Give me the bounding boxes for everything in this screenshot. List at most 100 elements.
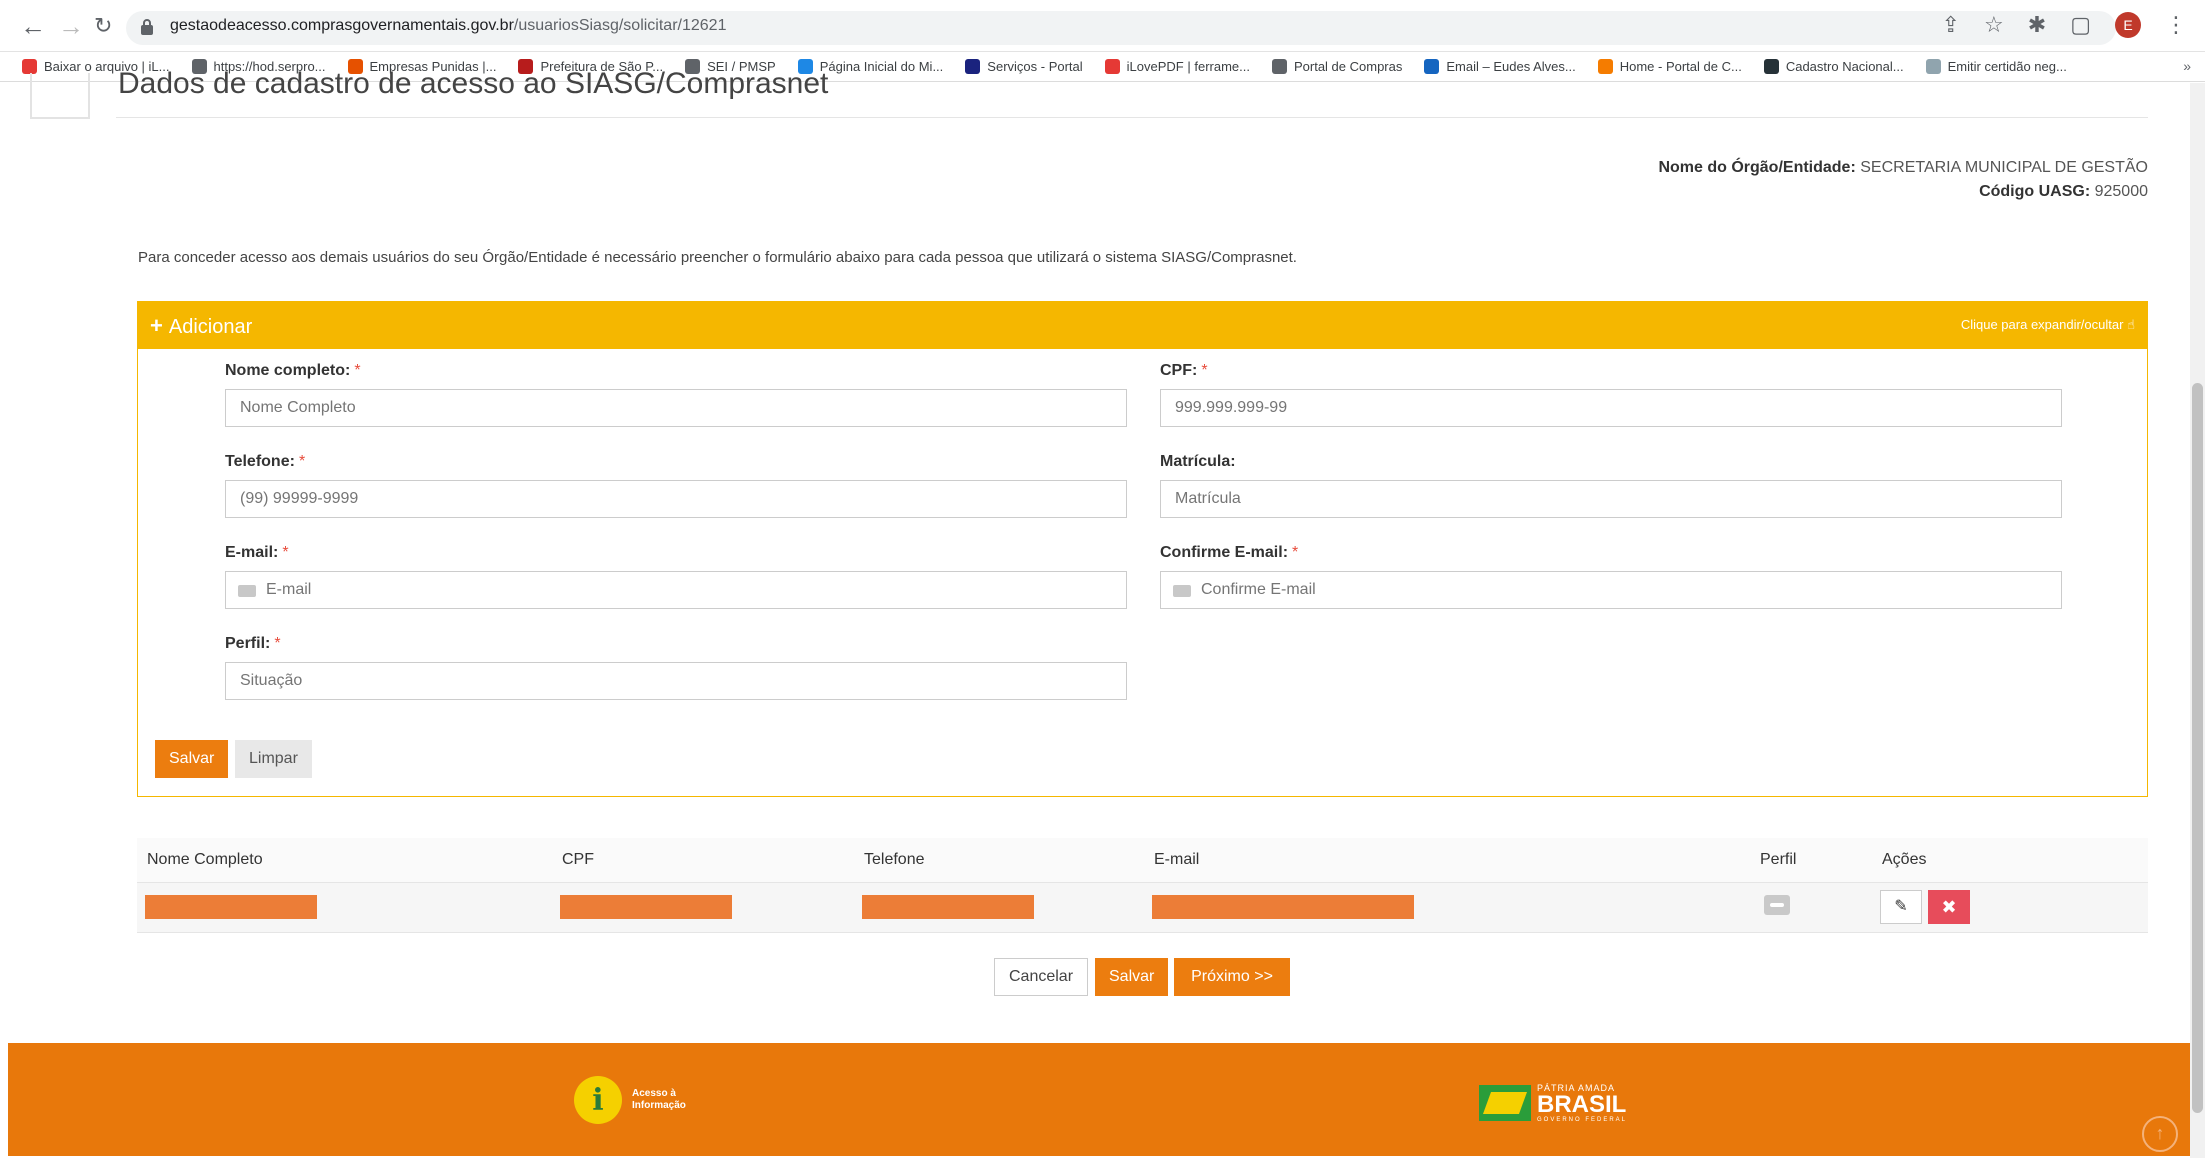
form-save-button[interactable]: Salvar	[155, 740, 229, 778]
next-button[interactable]: Próximo >>	[1174, 958, 1290, 996]
col-email: E-mail	[1144, 838, 1750, 883]
info-line1: Acesso à	[632, 1088, 676, 1099]
bookmark-label: Home - Portal de C...	[1619, 59, 1742, 74]
bookmark-item[interactable]: iLovePDF | ferrame...	[1104, 59, 1250, 74]
page-content: Dados de cadastro de acesso ao SIASG/Com…	[0, 67, 2190, 1158]
header-divider	[116, 117, 2148, 118]
bookmark-item[interactable]: Cadastro Nacional...	[1763, 59, 1904, 74]
envelope-icon	[238, 585, 256, 597]
confirm-email-input[interactable]	[1160, 571, 2062, 609]
cell-acoes: ✎ ✖	[1872, 882, 2148, 933]
email-label-text: E-mail:	[225, 544, 279, 561]
bookmark-favicon-icon	[1597, 59, 1613, 74]
browser-actions: ⇪ ☆ ✱ ▢ E ⋮	[1942, 12, 2187, 38]
matricula-label-text: Matrícula:	[1160, 453, 1236, 470]
nome-label: Nome completo: *	[225, 362, 361, 380]
panel-toggle[interactable]: Clique para expandir/ocultar ☝	[1961, 317, 2135, 333]
org-info: Nome do Órgão/Entidade: SECRETARIA MUNIC…	[1658, 156, 2148, 204]
flag-icon	[1479, 1085, 1531, 1121]
table-header-row: Nome Completo CPF Telefone E-mail Perfil…	[137, 838, 2148, 883]
brasil-sub: GOVERNO FEDERAL	[1537, 1117, 1628, 1123]
page-title: Dados de cadastro de acesso ao SIASG/Com…	[118, 67, 829, 100]
required-mark: *	[298, 453, 306, 470]
extensions-icon[interactable]: ✱	[2028, 12, 2046, 38]
telefone-input[interactable]	[225, 480, 1127, 518]
bookmark-favicon-icon	[1763, 59, 1779, 74]
cpf-input[interactable]	[1160, 389, 2062, 427]
bookmark-label: Serviços - Portal	[987, 59, 1083, 74]
address-bar[interactable]: gestaodeacesso.comprasgovernamentais.gov…	[126, 11, 2116, 45]
cell-email	[1144, 882, 1750, 933]
email-input[interactable]	[225, 571, 1127, 609]
panel-title: + Adicionar	[150, 313, 252, 339]
bookmark-favicon-icon	[1424, 59, 1440, 74]
back-icon[interactable]: ←	[20, 12, 46, 40]
url-text: gestaodeacesso.comprasgovernamentais.gov…	[170, 17, 726, 35]
required-mark: *	[1292, 544, 1299, 561]
required-mark: *	[1201, 362, 1208, 379]
reload-icon[interactable]: ↻	[94, 12, 112, 40]
bookmark-item[interactable]: Serviços - Portal	[965, 59, 1083, 74]
col-cpf: CPF	[552, 838, 854, 883]
matricula-label: Matrícula:	[1160, 453, 1236, 471]
cell-telefone	[854, 882, 1144, 933]
required-mark: *	[354, 362, 361, 379]
brasil-logo[interactable]: PÁTRIA AMADA BRASIL GOVERNO FEDERAL	[1479, 1083, 1627, 1123]
cpf-label-text: CPF:	[1160, 362, 1198, 379]
url-domain: gestaodeacesso.comprasgovernamentais.gov…	[170, 17, 514, 34]
bookmark-label: Emitir certidão neg...	[1947, 59, 2067, 74]
save-button[interactable]: Salvar	[1095, 958, 1169, 996]
cancel-button[interactable]: Cancelar	[994, 958, 1089, 996]
matricula-input[interactable]	[1160, 480, 2062, 518]
col-perfil: Perfil	[1750, 838, 1872, 883]
bookmark-item[interactable]: Email – Eudes Alves...	[1424, 59, 1576, 74]
share-icon[interactable]: ⇪	[1942, 12, 1960, 38]
redacted-block	[1152, 895, 1414, 919]
bookmark-favicon-icon	[965, 59, 981, 74]
col-nome: Nome Completo	[137, 838, 552, 883]
perfil-select[interactable]	[225, 662, 1127, 700]
redacted-block	[560, 895, 732, 919]
bookmarks-more-icon[interactable]: »	[2183, 58, 2191, 74]
confirm-email-label-text: Confirme E-mail:	[1160, 544, 1289, 561]
bookmark-item[interactable]: Portal de Compras	[1271, 59, 1402, 74]
nome-label-text: Nome completo:	[225, 362, 351, 379]
form-clear-button[interactable]: Limpar	[235, 740, 312, 778]
scrollbar-thumb[interactable]	[2192, 383, 2203, 1113]
uasg-value: 925000	[2094, 183, 2148, 200]
nome-input[interactable]	[225, 389, 1127, 427]
bookmark-favicon-icon	[1104, 59, 1120, 74]
bookmark-item[interactable]: Emitir certidão neg...	[1925, 59, 2067, 74]
users-table: Nome Completo CPF Telefone E-mail Perfil…	[137, 838, 2148, 933]
org-label: Nome do Órgão/Entidade:	[1658, 159, 1856, 176]
bookmark-label: iLovePDF | ferrame...	[1126, 59, 1250, 74]
acesso-informacao-text: Acesso à Informação	[632, 1088, 686, 1112]
info-icon: i	[574, 1076, 622, 1124]
telefone-label-text: Telefone:	[225, 453, 295, 470]
bookmark-label: Página Inicial do Mi...	[819, 59, 944, 74]
table-row: ✎ ✖	[137, 882, 2148, 933]
sidepanel-icon[interactable]: ▢	[2070, 12, 2091, 38]
cpf-label: CPF: *	[1160, 362, 1208, 380]
perfil-label: Perfil: *	[225, 635, 281, 653]
scrollbar[interactable]	[2190, 83, 2205, 1158]
bookmark-item[interactable]: Home - Portal de C...	[1597, 59, 1742, 74]
header-icon-box	[30, 73, 90, 119]
redacted-block	[862, 895, 1034, 919]
star-icon[interactable]: ☆	[1984, 12, 2004, 38]
profile-avatar[interactable]: E	[2115, 12, 2141, 38]
delete-button[interactable]: ✖	[1928, 890, 1970, 924]
acesso-informacao-logo[interactable]: i Acesso à Informação	[574, 1076, 686, 1124]
panel-header[interactable]: + Adicionar Clique para expandir/ocultar …	[138, 302, 2147, 349]
col-acoes: Ações	[1872, 838, 2148, 883]
comment-icon[interactable]	[1764, 894, 1790, 915]
menu-icon[interactable]: ⋮	[2165, 12, 2187, 38]
col-telefone: Telefone	[854, 838, 1144, 883]
bookmark-label: Email – Eudes Alves...	[1446, 59, 1576, 74]
panel-title-text: Adicionar	[168, 316, 253, 338]
forward-icon[interactable]: →	[58, 12, 84, 40]
intro-text: Para conceder acesso aos demais usuários…	[138, 249, 1297, 266]
edit-button[interactable]: ✎	[1880, 890, 1922, 924]
scroll-top-icon[interactable]: ↑	[2142, 1116, 2178, 1152]
cell-nome	[137, 882, 552, 933]
